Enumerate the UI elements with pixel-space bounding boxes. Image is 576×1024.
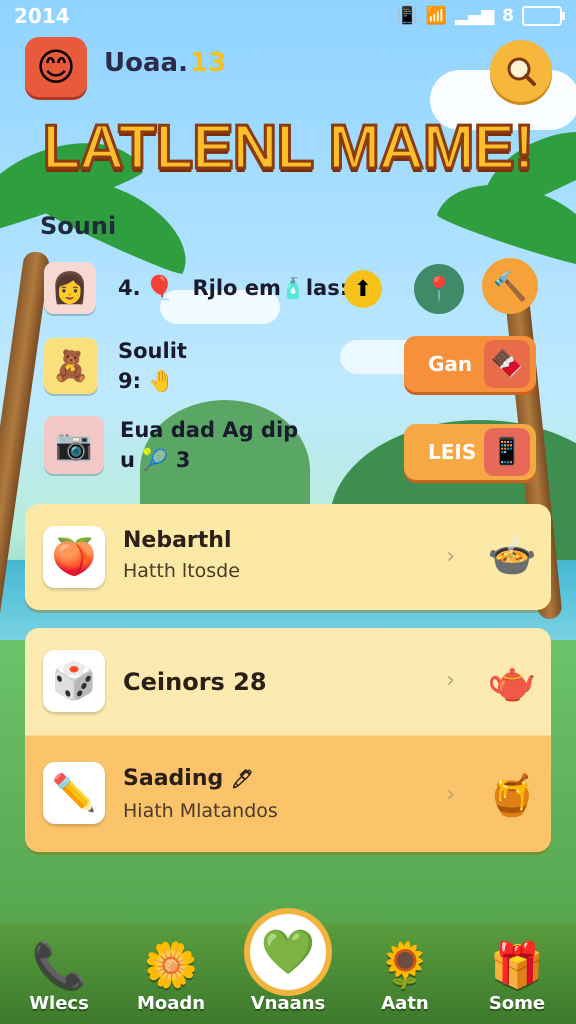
hand-icon: 🤚 [148, 368, 175, 393]
wifi-icon: 📶 [425, 6, 447, 26]
phone-call-icon: 📞 [31, 940, 87, 991]
row-title: Soulit [118, 338, 187, 363]
edit-icon: 🖊 [230, 769, 254, 790]
player-avatar[interactable]: 😊 [25, 37, 87, 97]
card-title: Ceinors 28 [123, 668, 267, 696]
nav-label: Vnaans [250, 993, 326, 1014]
vibrate-icon: 📳 [396, 6, 418, 26]
ball-icon: 🎾 [142, 447, 169, 472]
game-title: LATLENL MAME! [41, 112, 536, 184]
side-button-leis[interactable]: LEIS 📱 [404, 424, 536, 480]
chevron-right-icon: › [446, 782, 455, 807]
balloon-icon: 🎈 [144, 274, 175, 302]
toolbox-icon: 🧸 [44, 338, 98, 394]
status-indicator: 8 [502, 6, 514, 26]
pot-icon: 🍲 [487, 533, 537, 579]
side-button-label: Gan [428, 352, 473, 376]
battery-icon [522, 6, 565, 26]
search-button[interactable] [490, 40, 552, 102]
nav-item-vnaans[interactable]: Vnaans [243, 993, 333, 1014]
row-title: Eua dad Ag dip [120, 417, 299, 442]
list-row[interactable]: 🧸 Soulit 9: 🤚 [44, 338, 187, 394]
list-row[interactable]: 👩 4. 🎈 Rjlo em 🧴 las: [44, 262, 348, 314]
row-value: 9: [118, 368, 142, 393]
coin-icon[interactable]: ⬆ [344, 270, 382, 308]
card-saading[interactable]: ✏️ Saading 🖊 Hiath Mlatandos › 🍯 [25, 736, 551, 852]
nav-label: Moadn [136, 993, 206, 1014]
row-value: 4. [118, 276, 141, 300]
chocolate-icon: 🍫 [484, 340, 530, 388]
magnifier-icon [507, 57, 536, 86]
nav-label: Wlecs [29, 993, 89, 1014]
nav-item-aatn[interactable]: 🌻 Aatn [360, 939, 450, 1014]
side-button-gan[interactable]: Gan 🍫 [404, 336, 536, 392]
sunflower-icon: 🌻 [377, 940, 433, 991]
signal-icon: ▂▄▆ [454, 6, 495, 26]
nav-label: Aatn [381, 993, 429, 1014]
card-title: Nebarthl [123, 528, 232, 553]
flower-icon: 🌼 [143, 940, 199, 991]
avatar-face-icon: 😊 [36, 45, 76, 89]
chevron-right-icon: › [446, 668, 455, 693]
teapot-icon: 🫖 [487, 659, 537, 705]
nav-item-some[interactable]: 🎁 Some [472, 939, 562, 1014]
location-pin-icon[interactable]: 📍 [414, 264, 464, 314]
player-name: Uoaa. [104, 48, 188, 78]
card-subtitle: Hiath Mlatandos [123, 800, 278, 822]
bottle-icon: 🧴 [280, 276, 306, 300]
list-row[interactable]: 📷 Eua dad Ag dip u 🎾 3 [44, 416, 298, 474]
section-label: Souni [40, 212, 117, 240]
row-label: Rjlo em [192, 276, 281, 300]
card-nebarthl[interactable]: 🍑 Nebarthl Hatth ltosde › 🍲 [25, 504, 551, 610]
card-subtitle: Hatth ltosde [123, 560, 240, 582]
chevron-right-icon: › [446, 544, 455, 569]
dice-icon: 🎲 [43, 650, 105, 712]
status-bar: 2014 📳 📶 ▂▄▆ 8 [0, 0, 576, 32]
camera-icon: 📷 [44, 416, 104, 474]
player-level: 13 [190, 48, 227, 78]
center-heart-button[interactable]: 💚 [244, 908, 332, 996]
nav-item-moadn[interactable]: 🌼 Moadn [126, 939, 216, 1014]
fruit-icon: 🍑 [43, 526, 105, 588]
card-title: Saading [123, 766, 224, 791]
hammer-icon[interactable]: 🔨 [482, 258, 538, 314]
girl-avatar-icon: 👩 [44, 262, 96, 314]
side-button-label: LEIS [428, 440, 477, 464]
kettle-icon: 🍯 [487, 773, 537, 819]
phone-icon: 📱 [484, 428, 530, 476]
gift-box-icon: 🎁 [489, 940, 545, 991]
row-value: u [120, 447, 135, 472]
heart-icon: 💚 [260, 927, 316, 978]
nav-item-wlecs[interactable]: 📞 Wlecs [14, 939, 104, 1014]
row-value: 3 [175, 447, 191, 472]
clock: 2014 [14, 4, 70, 28]
row-label-suffix: las: [305, 276, 349, 300]
nav-label: Some [488, 993, 546, 1014]
card-group: 🎲 Ceinors 28 › 🫖 ✏️ Saading 🖊 Hiath Mlat… [25, 628, 551, 852]
card-ceinors[interactable]: 🎲 Ceinors 28 › 🫖 [25, 628, 551, 736]
pencil-icon: ✏️ [43, 762, 105, 824]
